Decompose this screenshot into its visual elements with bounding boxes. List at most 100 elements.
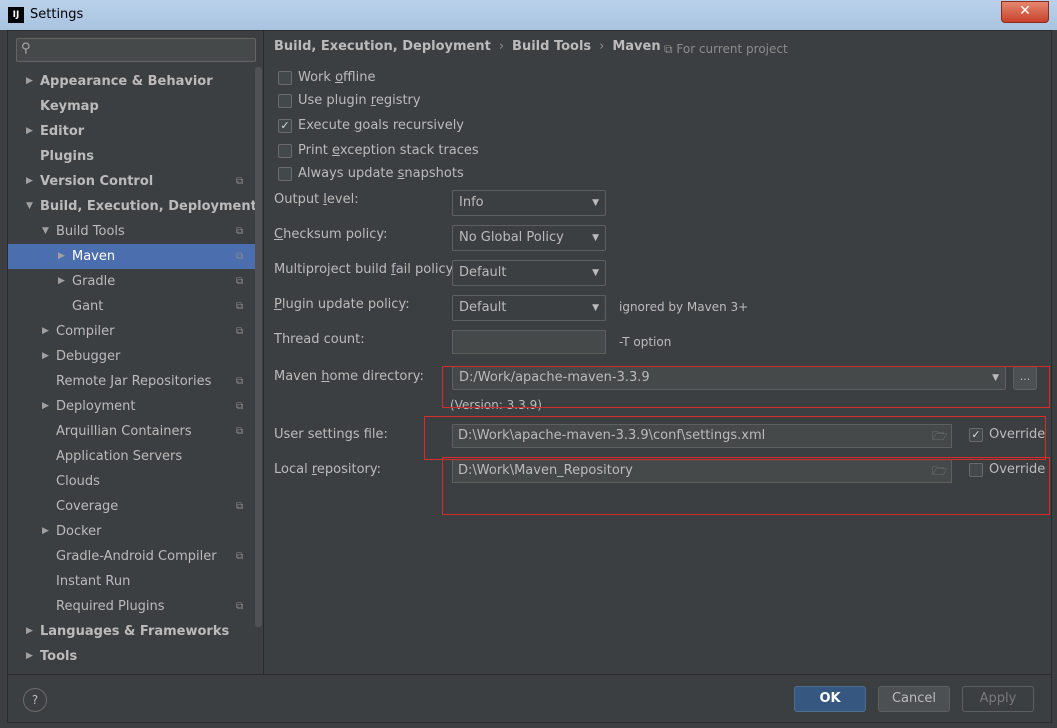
cancel-button[interactable]: Cancel — [878, 686, 950, 712]
expanded-arrow-icon[interactable]: ▼ — [26, 194, 33, 219]
project-scope-icon: ⧉ — [236, 251, 244, 262]
sidebar-item-gradle[interactable]: ▶ Gradle ⧉ — [8, 269, 262, 294]
collapsed-arrow-icon[interactable]: ▶ — [26, 169, 33, 194]
sidebar-item-label: Application Servers — [56, 449, 183, 464]
sidebar-item-label: Docker — [56, 524, 102, 539]
project-scope-icon: ⧉ — [236, 551, 244, 562]
checkbox-box[interactable]: ✓ — [278, 119, 292, 133]
project-scope-icon: ⧉ — [236, 276, 244, 287]
sidebar-item-deployment[interactable]: ▶ Deployment ⧉ — [8, 394, 262, 419]
collapsed-arrow-icon[interactable]: ▶ — [26, 644, 33, 669]
sidebar-item-appearance-behavior[interactable]: ▶ Appearance & Behavior — [8, 69, 262, 94]
project-scope-icon: ⧉ — [236, 326, 244, 337]
sidebar-item-version-control[interactable]: ▶ Version Control ⧉ — [8, 169, 262, 194]
sidebar-item-build-tools[interactable]: ▼ Build Tools ⧉ — [8, 219, 262, 244]
collapsed-arrow-icon[interactable]: ▶ — [26, 69, 33, 94]
sidebar-item-instant-run[interactable]: Instant Run — [8, 569, 262, 594]
sidebar-item-tools[interactable]: ▶ Tools — [8, 644, 262, 669]
sidebar-item-debugger[interactable]: ▶ Debugger — [8, 344, 262, 369]
window-title: Settings — [30, 7, 84, 22]
sidebar-item-label: Gradle-Android Compiler — [56, 549, 217, 564]
ok-button[interactable]: OK — [794, 686, 866, 712]
intellij-app-icon: IJ — [8, 7, 24, 23]
checksum-policy-select[interactable]: No Global Policy ▼ — [452, 225, 606, 251]
breadcrumb-item: Build Tools — [512, 39, 592, 54]
project-scope-icon: ⧉ — [236, 176, 244, 187]
collapsed-arrow-icon[interactable]: ▶ — [58, 269, 65, 294]
project-scope-icon: ⧉ — [236, 426, 244, 437]
collapsed-arrow-icon[interactable]: ▶ — [42, 519, 49, 544]
help-button[interactable]: ? — [23, 688, 47, 712]
dialog-button-bar: ? OK Cancel Apply — [8, 674, 1051, 723]
sidebar-item-label: Gant — [72, 299, 104, 314]
sidebar-item-arquillian-containers[interactable]: Arquillian Containers ⧉ — [8, 419, 262, 444]
plugin-update-policy-label: Plugin update policy: — [274, 297, 410, 312]
sidebar-item-label: Version Control — [40, 174, 154, 189]
output-level-label: Output level: — [274, 192, 359, 207]
sidebar-item-required-plugins[interactable]: Required Plugins ⧉ — [8, 594, 262, 619]
chevron-down-icon: ▼ — [592, 268, 599, 278]
chevron-down-icon: ▼ — [592, 233, 599, 243]
maven-settings-panel: Build, Execution, Deployment › Build Tools… — [264, 31, 1051, 674]
sidebar-item-compiler[interactable]: ▶ Compiler ⧉ — [8, 319, 262, 344]
sidebar-item-coverage[interactable]: Coverage ⧉ — [8, 494, 262, 519]
sidebar-item-gant[interactable]: Gant ⧉ — [8, 294, 262, 319]
sidebar-item-remote-jar-repositories[interactable]: Remote Jar Repositories ⧉ — [8, 369, 262, 394]
checkbox-label: Print exception stack traces — [298, 143, 479, 158]
settings-sidebar: ⚲ ▶ Appearance & Behavior Keymap ▶ Editor Plu… — [8, 31, 264, 674]
checkbox-box[interactable] — [278, 94, 292, 108]
settings-tree: ▶ Appearance & Behavior Keymap ▶ Editor Plugi… — [8, 69, 262, 669]
checkbox-label: Work offline — [298, 70, 376, 85]
sidebar-item-plugins[interactable]: Plugins — [8, 144, 262, 169]
sidebar-scrollbar[interactable] — [255, 67, 262, 627]
local-repository-label: Local repository: — [274, 462, 382, 477]
sidebar-item-label: Remote Jar Repositories — [56, 374, 212, 389]
sidebar-item-application-servers[interactable]: Application Servers — [8, 444, 262, 469]
sidebar-item-label: Maven — [72, 249, 116, 264]
sidebar-item-label: Coverage — [56, 499, 119, 514]
window-titlebar: IJ Settings ✕ — [0, 0, 1057, 30]
breadcrumb-item: Maven — [612, 39, 661, 54]
settings-search-input[interactable]: ⚲ — [16, 38, 256, 62]
sidebar-item-label: Editor — [40, 124, 85, 139]
sidebar-item-docker[interactable]: ▶ Docker — [8, 519, 262, 544]
sidebar-item-editor[interactable]: ▶ Editor — [8, 119, 262, 144]
expanded-arrow-icon[interactable]: ▼ — [42, 219, 49, 244]
select-value: Default — [459, 300, 507, 315]
collapsed-arrow-icon[interactable]: ▶ — [26, 119, 33, 144]
sidebar-item-label: Debugger — [56, 349, 121, 364]
collapsed-arrow-icon[interactable]: ▶ — [42, 319, 49, 344]
window-close-button[interactable]: ✕ — [1001, 1, 1049, 23]
multiproject-fail-policy-label: Multiproject build fail policy: — [274, 262, 457, 277]
user-settings-file-label: User settings file: — [274, 427, 388, 442]
collapsed-arrow-icon[interactable]: ▶ — [26, 619, 33, 644]
thread-count-hint: -T option — [619, 335, 672, 349]
multiproject-fail-policy-select[interactable]: Default ▼ — [452, 260, 606, 286]
sidebar-item-clouds[interactable]: Clouds — [8, 469, 262, 494]
checkbox-box[interactable] — [278, 144, 292, 158]
sidebar-item-gradle-android-compiler[interactable]: Gradle-Android Compiler ⧉ — [8, 544, 262, 569]
select-value: Default — [459, 265, 507, 280]
collapsed-arrow-icon[interactable]: ▶ — [42, 344, 49, 369]
apply-button[interactable]: Apply — [962, 686, 1034, 712]
sidebar-item-label: Build, Execution, Deployment — [40, 199, 257, 214]
checksum-policy-label: Checksum policy: — [274, 227, 388, 242]
sidebar-item-maven[interactable]: ▶ Maven ⧉ — [8, 244, 262, 269]
sidebar-item-keymap[interactable]: Keymap — [8, 94, 262, 119]
plugin-update-policy-select[interactable]: Default ▼ — [452, 295, 606, 321]
collapsed-arrow-icon[interactable]: ▶ — [58, 244, 65, 269]
sidebar-item-build-execution-deployment[interactable]: ▼ Build, Execution, Deployment — [8, 194, 262, 219]
checkbox-label: Execute goals recursively — [298, 118, 464, 133]
project-scope-icon: ⧉ — [236, 601, 244, 612]
chevron-down-icon: ▼ — [592, 303, 599, 313]
checkbox-label: Always update snapshots — [298, 166, 464, 181]
output-level-select[interactable]: Info ▼ — [452, 190, 606, 216]
collapsed-arrow-icon[interactable]: ▶ — [42, 394, 49, 419]
checkbox-box[interactable] — [278, 167, 292, 181]
thread-count-input[interactable] — [452, 330, 606, 354]
project-scope-icon: ⧉ — [236, 501, 244, 512]
sidebar-item-languages-frameworks[interactable]: ▶ Languages & Frameworks — [8, 619, 262, 644]
project-scope-icon: ⧉ — [236, 226, 244, 237]
checkbox-box[interactable] — [278, 71, 292, 85]
sidebar-item-label: Required Plugins — [56, 599, 165, 614]
